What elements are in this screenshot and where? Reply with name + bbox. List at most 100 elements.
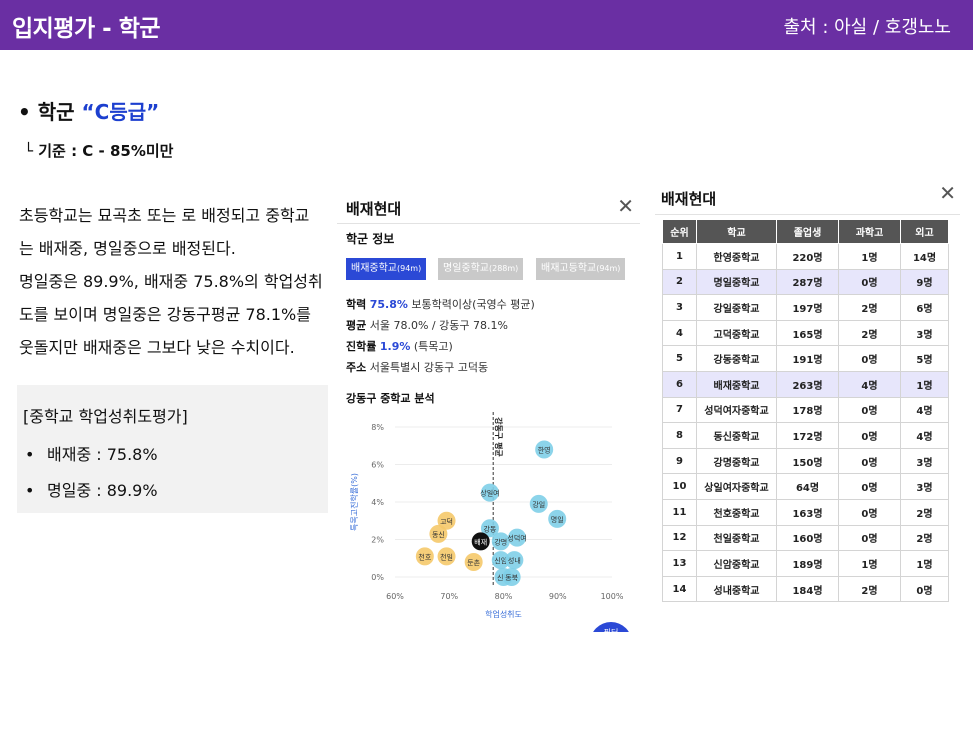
table-cell: 9 <box>662 448 697 475</box>
table-cell: 배재중학교 <box>696 371 777 398</box>
table-cell: 3명 <box>900 448 949 475</box>
paragraph-line: 도를 보이며 명일중은 강동구평균 78.1%를 <box>19 305 311 324</box>
table-row: 9 강명중학교 150명 0명 3명 <box>662 448 949 475</box>
heading-prefix: • 학군 <box>18 100 82 124</box>
y-tick-label: 4% <box>371 498 384 507</box>
point-label: 배재 <box>474 537 487 546</box>
table-cell: 신암중학교 <box>696 550 777 577</box>
table-cell: 0명 <box>838 525 901 552</box>
y-tick-label: 8% <box>371 423 384 432</box>
table-row: 3 강일중학교 197명 2명 6명 <box>662 294 949 321</box>
info-admission-rate: 진학률 1.9% (특목고) <box>346 338 453 354</box>
table-cell: 2명 <box>900 499 949 526</box>
table-row: 11 천호중학교 163명 0명 2명 <box>662 499 949 526</box>
info-key: 평균 <box>346 319 367 332</box>
paragraph-line: 웃돌지만 배재중은 그보다 낮은 수치이다. <box>19 338 295 357</box>
table-cell: 5명 <box>900 345 949 372</box>
table-cell: 강명중학교 <box>696 448 777 475</box>
table-cell: 강동중학교 <box>696 345 777 372</box>
tab-label: 명일중학교 <box>443 263 489 274</box>
info-key: 진학률 <box>346 340 377 353</box>
table-cell: 11 <box>662 499 697 526</box>
table-cell: 10 <box>662 473 697 500</box>
table-cell: 3명 <box>900 473 949 500</box>
column-header: 졸업생 <box>776 219 839 244</box>
table-cell: 0명 <box>838 345 901 372</box>
table-cell: 0명 <box>838 499 901 526</box>
x-tick-label: 100% <box>601 592 624 601</box>
panel-title: 배재현대 <box>661 190 717 208</box>
table-cell: 1 <box>662 243 697 270</box>
description-paragraph: 초등학교는 묘곡초 또는 로 배정되고 중학교 는 배재중, 명일중으로 배정된… <box>19 199 334 364</box>
table-cell: 3 <box>662 294 697 321</box>
criteria-label: └ 기준 : C - 85%미만 <box>24 142 174 160</box>
column-header: 과학고 <box>838 219 901 244</box>
y-tick-label: 0% <box>371 573 384 582</box>
table-row: 5 강동중학교 191명 0명 5명 <box>662 345 949 372</box>
table-cell: 4명 <box>900 422 949 449</box>
table-cell: 2명 <box>838 294 901 321</box>
table-cell: 8 <box>662 422 697 449</box>
table-row: 6 배재중학교 263명 4명 1명 <box>662 371 949 398</box>
table-cell: 4명 <box>900 397 949 424</box>
source-label: 출처 : 아실 / 호갱노노 <box>783 17 952 38</box>
tab-baejae-high[interactable]: 배재고등학교(94m) <box>536 258 626 280</box>
table-cell: 163명 <box>776 499 839 526</box>
tab-label: 배재고등학교 <box>541 263 597 274</box>
table-cell: 197명 <box>776 294 839 321</box>
paragraph-line: 는 배재중, 명일중으로 배정된다. <box>19 239 236 258</box>
tab-baejae-middle[interactable]: 배재중학교(94m) <box>346 258 427 280</box>
table-cell: 189명 <box>776 550 839 577</box>
info-average: 평균 서울 78.0% / 강동구 78.1% <box>346 317 508 333</box>
info-value: (특목고) <box>413 340 453 353</box>
table-row: 14 성내중학교 184명 2명 0명 <box>662 576 949 603</box>
info-key: 학력 <box>346 298 367 311</box>
table-cell: 1명 <box>900 371 949 398</box>
point-label: 성덕여 <box>507 534 526 543</box>
tab-myeongil-middle[interactable]: 명일중학교(288m) <box>438 258 524 280</box>
x-tick-label: 70% <box>440 592 458 601</box>
point-label: 한영 <box>538 446 551 455</box>
table-cell: 160명 <box>776 525 839 552</box>
table-cell: 0명 <box>838 269 901 296</box>
table-cell: 263명 <box>776 371 839 398</box>
info-highlight: 1.9% <box>379 340 411 353</box>
point-label: 동신 <box>432 530 445 539</box>
table-cell: 2명 <box>900 525 949 552</box>
info-key: 주소 <box>346 361 367 374</box>
point-label: 강일 <box>532 500 545 509</box>
info-achievement: 학력 75.8% 보통학력이상(국영수 평균) <box>346 296 535 312</box>
table-cell: 9명 <box>900 269 949 296</box>
table-cell: 14 <box>662 576 697 603</box>
table-cell: 명일중학교 <box>696 269 777 296</box>
table-row: 8 동신중학교 172명 0명 4명 <box>662 422 949 449</box>
x-tick-label: 60% <box>386 592 404 601</box>
point-label: 성내 <box>508 556 521 565</box>
info-value: 서울 78.0% / 강동구 78.1% <box>369 319 508 332</box>
table-cell: 13 <box>662 550 697 577</box>
table-cell: 0명 <box>838 473 901 500</box>
point-label: 천일 <box>440 552 453 561</box>
table-cell: 상일여자중학교 <box>696 473 777 500</box>
table-cell: 천호중학교 <box>696 499 777 526</box>
tab-label: 배재중학교 <box>351 263 397 274</box>
summary-item: • 명일중 : 89.9% <box>23 477 328 501</box>
table-cell: 4 <box>662 320 697 347</box>
table-cell: 12 <box>662 525 697 552</box>
average-line-label: 강동구 평균 <box>494 417 504 457</box>
table-cell: 천일중학교 <box>696 525 777 552</box>
school-info-panel: 배재현대 ✕ 학군 정보 배재중학교(94m) 명일중학교(288m) 배재고등… <box>337 192 640 632</box>
paragraph-line: 명일중은 89.9%, 배재중 75.8%의 학업성취 <box>19 272 323 291</box>
table-cell: 1명 <box>838 550 901 577</box>
table-row: 12 천일중학교 160명 0명 2명 <box>662 525 949 552</box>
point-label: 천호 <box>418 552 431 561</box>
table-cell: 14명 <box>900 243 949 270</box>
table-cell: 2 <box>662 269 697 296</box>
x-tick-label: 90% <box>549 592 567 601</box>
close-icon[interactable]: ✕ <box>939 181 956 205</box>
close-icon[interactable]: ✕ <box>617 194 634 218</box>
ranking-panel: 배재현대 ✕ 순위 학교 졸업생 과학고 외고 1 한영중학교 220명 1명 14명 2… <box>655 181 960 610</box>
summary-box: [중학교 학업성취도평가] • 배재중 : 75.8% • 명일중 : 89.9% <box>17 385 328 513</box>
table-cell: 성내중학교 <box>696 576 777 603</box>
table-row: 1 한영중학교 220명 1명 14명 <box>662 243 949 270</box>
